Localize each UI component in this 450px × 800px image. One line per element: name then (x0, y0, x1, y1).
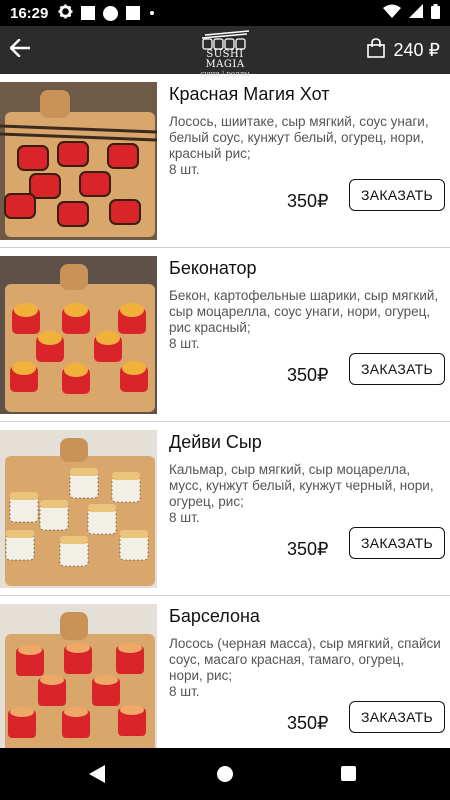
product-name: Барселона (169, 606, 260, 626)
product-card[interactable]: Беконатор Бекон, картофельные шарики, сы… (0, 248, 450, 422)
product-description: Кальмар, сыр мягкий, сыр моцарелла, мусс… (169, 462, 434, 525)
back-button[interactable] (0, 26, 40, 74)
square-icon (126, 6, 141, 20)
cart-total: 240 ₽ (393, 39, 441, 60)
circle-icon (103, 5, 119, 21)
app-bar: SUSHI MAGIA суши | роллы 240 ₽ (0, 26, 450, 78)
chopsticks-rolls-icon (201, 30, 250, 50)
product-card[interactable]: Дейви Сыр Кальмар, сыр мягкий, сыр моцар… (0, 422, 450, 596)
product-image (0, 604, 157, 748)
status-bar: 16:29 (0, 0, 450, 26)
product-price: 350₽ (287, 191, 329, 211)
back-arrow-icon (9, 37, 31, 62)
shopping-bag-icon (366, 37, 386, 63)
product-list[interactable]: Красная Магия Хот Лосось, шиитаке, сыр м… (0, 74, 450, 748)
order-button[interactable]: ЗАКАЗАТЬ (349, 179, 445, 211)
product-name: Дейви Сыр (169, 432, 262, 452)
product-description: Лосось (черная масса), сыр мягкий, спайс… (169, 636, 441, 699)
nav-home-icon[interactable] (217, 766, 233, 782)
brand-name: SUSHI MAGIA (205, 49, 245, 70)
product-quantity: 8 шт. (169, 510, 200, 525)
product-card[interactable]: Барселона Лосось (черная масса), сыр мяг… (0, 596, 450, 748)
product-image (0, 256, 157, 414)
product-price: 350₽ (287, 365, 329, 385)
product-quantity: 8 шт. (169, 336, 200, 351)
product-quantity: 8 шт. (169, 162, 200, 177)
cart-button[interactable]: 240 ₽ (366, 26, 441, 74)
product-price: 350₽ (287, 539, 329, 559)
signal-icon (409, 4, 423, 22)
nav-back-icon[interactable] (89, 765, 105, 788)
product-card[interactable]: Красная Магия Хот Лосось, шиитаке, сыр м… (0, 74, 450, 248)
square-icon (81, 6, 96, 20)
product-name: Беконатор (169, 258, 257, 278)
battery-icon (431, 3, 440, 23)
product-description: Бекон, картофельные шарики, сыр мягкий, … (169, 288, 439, 351)
gear-icon (58, 3, 73, 23)
product-image (0, 430, 157, 588)
order-button[interactable]: ЗАКАЗАТЬ (349, 701, 445, 733)
nav-recents-icon[interactable] (341, 766, 356, 781)
status-time: 16:29 (10, 4, 49, 22)
order-button[interactable]: ЗАКАЗАТЬ (349, 527, 445, 559)
brand-logo: SUSHI MAGIA суши | роллы (190, 28, 260, 78)
dot-icon (150, 11, 155, 15)
product-image (0, 82, 157, 240)
system-nav-bar (0, 748, 450, 800)
wifi-icon (383, 4, 401, 22)
product-description: Лосось, шиитаке, сыр мягкий, соус унаги,… (169, 114, 429, 177)
product-name: Красная Магия Хот (169, 84, 330, 104)
order-button[interactable]: ЗАКАЗАТЬ (349, 353, 445, 385)
product-quantity: 8 шт. (169, 684, 200, 699)
product-price: 350₽ (287, 713, 329, 733)
